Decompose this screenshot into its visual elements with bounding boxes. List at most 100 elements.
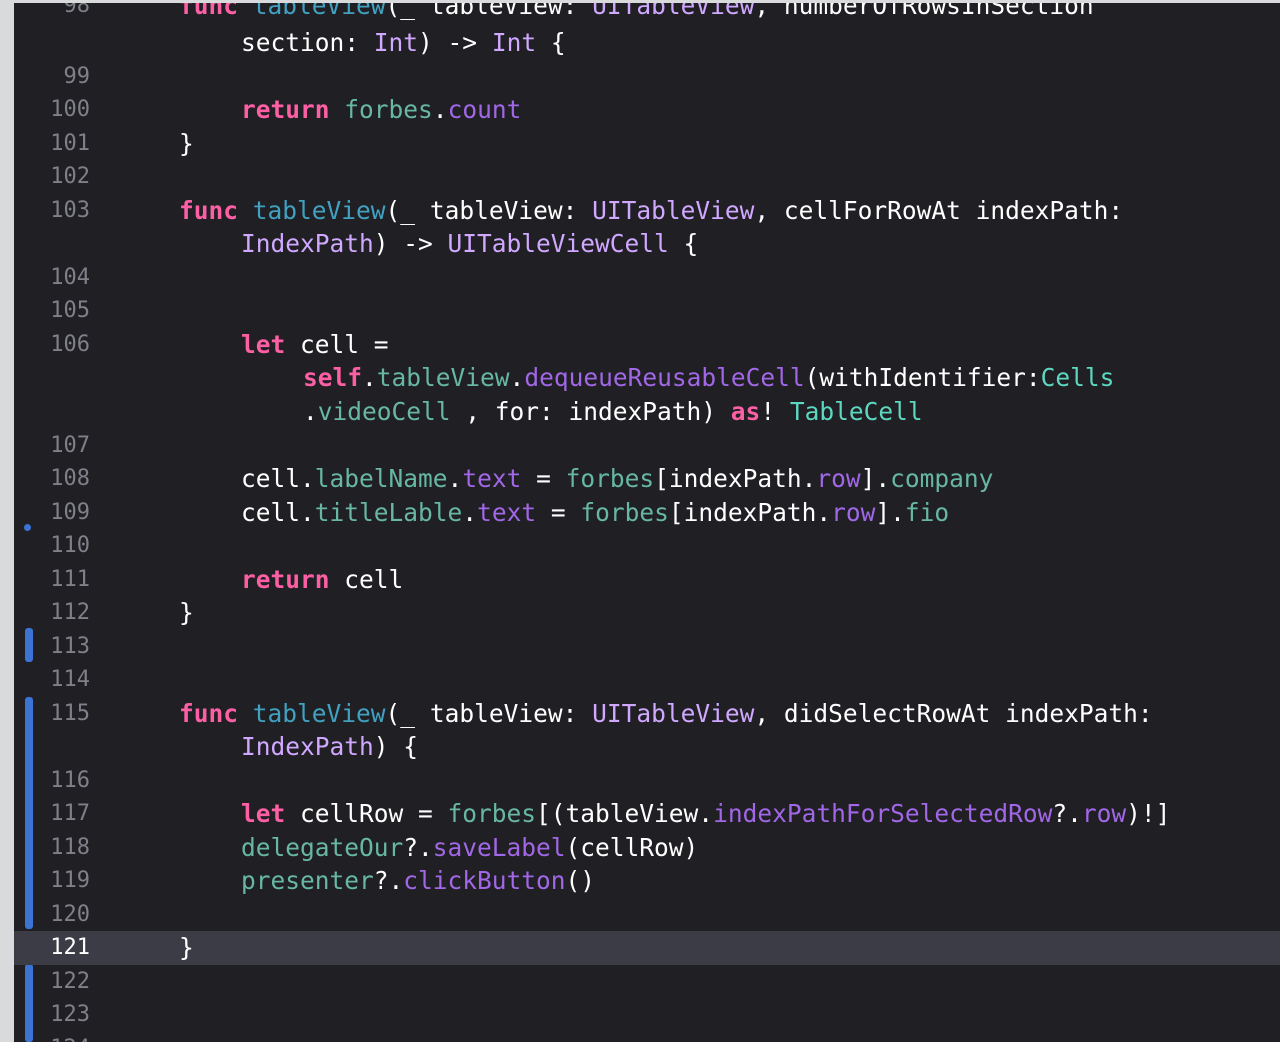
code-token: : <box>562 699 593 728</box>
code-token: forbes <box>565 464 655 493</box>
code-text: cell.titleLable.text = forbes[indexPath.… <box>241 496 949 530</box>
code-text: .videoCell , for: indexPath) as! TableCe… <box>303 395 923 429</box>
line-number: 122 <box>50 969 90 994</box>
code-token: ?. <box>403 833 433 862</box>
code-line[interactable]: 112} <box>14 596 1280 630</box>
code-token: videoCell <box>317 397 451 426</box>
line-number: 111 <box>50 567 90 592</box>
code-token: return <box>241 95 330 124</box>
code-token: company <box>890 464 994 493</box>
code-token: , cellForRowAt indexPath: <box>754 196 1124 225</box>
code-token: : <box>562 196 593 225</box>
code-line[interactable]: 116 <box>14 764 1280 798</box>
current-line[interactable]: 121} <box>14 931 1280 965</box>
code-line[interactable]: 117 let cellRow = forbes[(tableView.index… <box>14 797 1280 831</box>
code-line[interactable]: 120 <box>14 898 1280 932</box>
code-line[interactable]: 111 return cell <box>14 563 1280 597</box>
code-token: IndexPath <box>241 732 374 761</box>
line-number: 118 <box>50 835 90 860</box>
code-token: tableView <box>429 0 563 20</box>
code-token: ) -> <box>418 28 492 57</box>
code-token: [indexPath. <box>654 464 817 493</box>
code-line[interactable]: 115 func tableView(_ tableView: UITableVi… <box>14 697 1280 731</box>
code-line[interactable]: 102 <box>14 160 1280 194</box>
code-text: let cellRow = forbes[(tableView.indexPat… <box>241 797 1170 831</box>
code-text: IndexPath) -> UITableViewCell { <box>241 227 698 261</box>
line-number: 104 <box>50 265 90 290</box>
code-token: delegateOur <box>241 833 404 862</box>
code-token: Cells <box>1040 363 1115 392</box>
code-line[interactable]: 108 cell.labelName.text = forbes[indexPat… <box>14 462 1280 496</box>
code-line[interactable]: 99 <box>14 60 1280 94</box>
code-token: forbes <box>580 498 669 527</box>
code-line[interactable]: 98 func tableView(_ tableView: UITableVie… <box>14 0 1280 23</box>
code-token: tableView <box>252 196 386 225</box>
code-editor[interactable]: 98 func tableView(_ tableView: UITableVie… <box>14 0 1280 1042</box>
code-token: row <box>1081 799 1127 828</box>
line-number: 100 <box>50 97 90 122</box>
line-number: 121 <box>50 935 90 960</box>
code-line[interactable]: 119 presenter?.clickButton() <box>14 864 1280 898</box>
code-token: , numberOfRowsInSection <box>754 0 1094 20</box>
code-line[interactable]: 122 <box>14 965 1280 999</box>
line-number: 110 <box>50 533 90 558</box>
code-token: cell = <box>285 330 389 359</box>
code-line[interactable]: IndexPath) -> UITableViewCell { <box>14 227 1280 261</box>
code-token: tableView <box>252 699 386 728</box>
code-line[interactable]: self.tableView.dequeueReusableCell(withI… <box>14 361 1280 395</box>
code-token: func <box>179 699 239 728</box>
code-line[interactable]: 107 <box>14 429 1280 463</box>
code-line[interactable]: 110 <box>14 529 1280 563</box>
code-token: { <box>668 229 699 258</box>
code-line[interactable]: 124 <box>14 1032 1280 1042</box>
code-token: clickButton <box>403 866 566 895</box>
code-token: forbes <box>447 799 537 828</box>
code-token: count <box>447 95 522 124</box>
code-token: } <box>179 598 194 627</box>
line-number: 106 <box>50 332 90 357</box>
code-token: Int <box>373 28 419 57</box>
code-text: return cell <box>241 563 403 597</box>
code-line[interactable]: 114 <box>14 663 1280 697</box>
line-number: 114 <box>50 667 90 692</box>
code-token: ) -> <box>373 229 448 258</box>
code-line[interactable]: 104 <box>14 261 1280 295</box>
code-text: func tableView(_ tableView: UITableView,… <box>179 194 1123 228</box>
code-token: UITableView <box>592 0 755 20</box>
code-token: as <box>730 397 761 426</box>
line-number: 102 <box>50 164 90 189</box>
code-line[interactable]: 103 func tableView(_ tableView: UITableVi… <box>14 194 1280 228</box>
code-token: (_ <box>385 196 430 225</box>
code-line[interactable]: IndexPath) { <box>14 730 1280 764</box>
code-line[interactable]: 123 <box>14 998 1280 1032</box>
code-token: (_ <box>385 699 430 728</box>
code-token: , didSelectRowAt indexPath: <box>754 699 1153 728</box>
code-token: : <box>344 28 374 57</box>
code-line[interactable]: 100 return forbes.count <box>14 93 1280 127</box>
code-line[interactable]: 113 <box>14 630 1280 664</box>
code-token: cell <box>241 464 301 493</box>
code-token: . <box>362 363 377 392</box>
code-line[interactable]: 118 delegateOur?.saveLabel(cellRow) <box>14 831 1280 865</box>
code-token: } <box>179 933 194 962</box>
code-token: ]. <box>860 464 891 493</box>
code-token: { <box>536 28 566 57</box>
code-token: let <box>241 330 286 359</box>
code-token: UITableView <box>592 699 755 728</box>
code-line[interactable]: 101} <box>14 127 1280 161</box>
code-line[interactable]: .videoCell , for: indexPath) as! TableCe… <box>14 395 1280 429</box>
code-line[interactable]: 109 cell.titleLable.text = forbes[indexPa… <box>14 496 1280 530</box>
editor-top-edge <box>14 0 1280 3</box>
code-token: let <box>241 799 286 828</box>
code-text: } <box>179 596 194 630</box>
line-number: 107 <box>50 433 90 458</box>
code-token: cell <box>241 498 301 527</box>
code-token: func <box>179 0 239 20</box>
line-number: 124 <box>14 1032 90 1042</box>
code-line[interactable]: section: Int) -> Int { <box>14 26 1280 60</box>
code-line[interactable]: 105 <box>14 294 1280 328</box>
code-token: = <box>521 464 566 493</box>
code-text: return forbes.count <box>241 93 521 127</box>
code-line[interactable]: 106 let cell = <box>14 328 1280 362</box>
